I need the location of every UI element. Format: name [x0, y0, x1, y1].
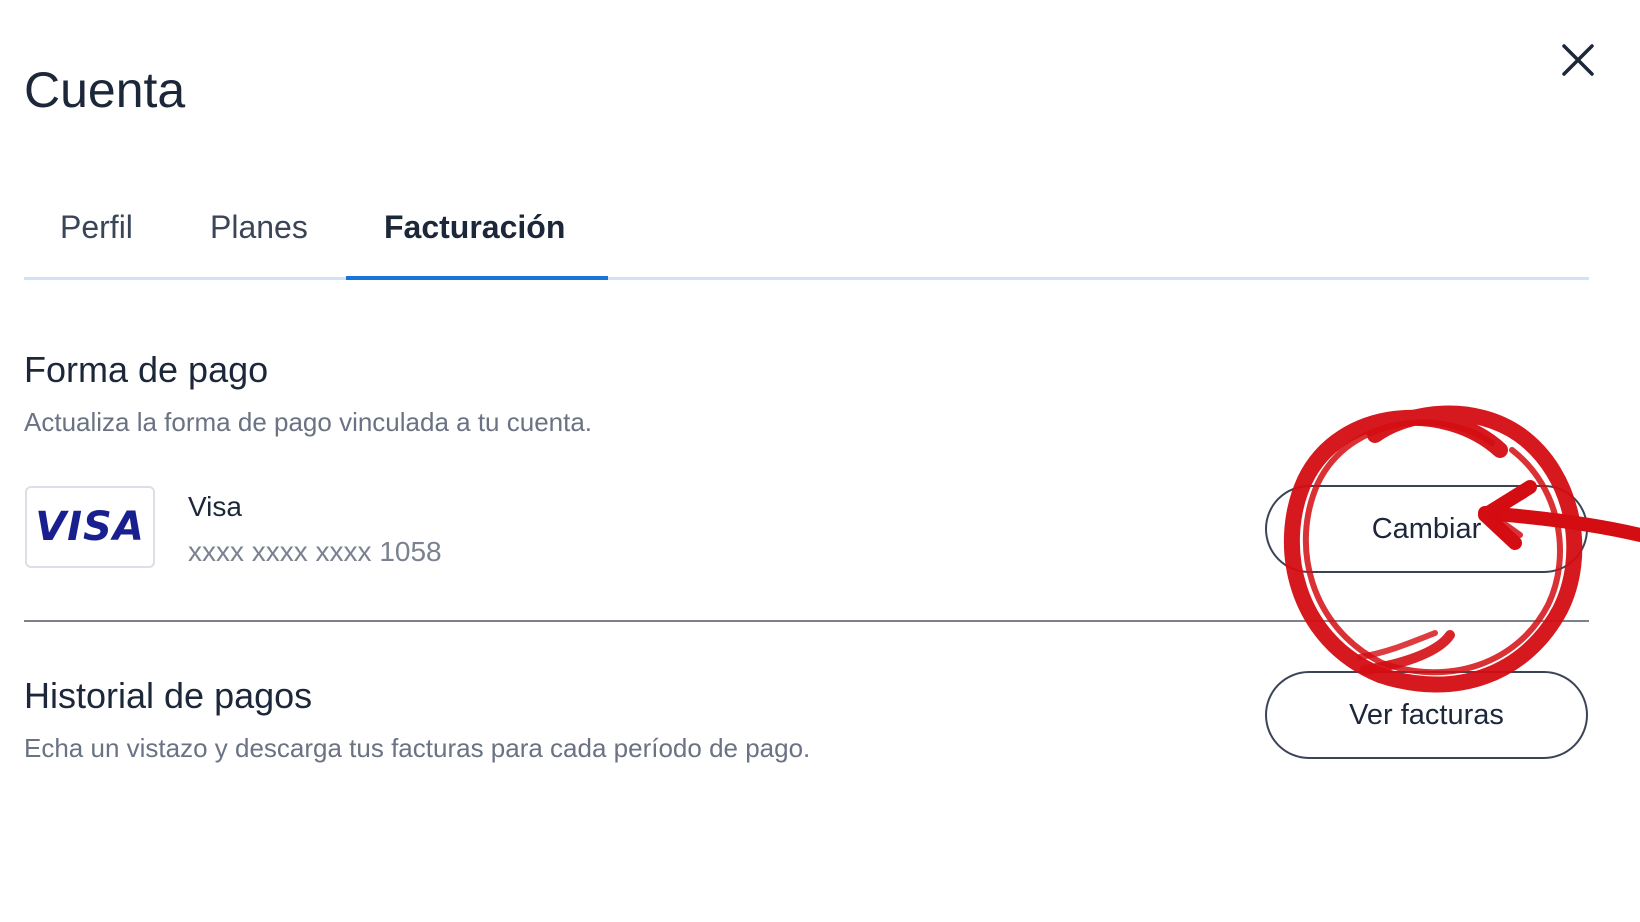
close-button[interactable]: [1548, 30, 1608, 90]
payment-history-title: Historial de pagos: [24, 675, 313, 716]
visa-logo-text: VISA: [35, 504, 145, 550]
page-title: Cuenta: [24, 62, 186, 118]
change-payment-button[interactable]: Cambiar: [1265, 485, 1588, 573]
close-icon: [1562, 44, 1594, 76]
tab-planes[interactable]: Planes: [210, 192, 308, 280]
section-divider: [24, 620, 1589, 622]
visa-logo: VISA: [25, 486, 155, 568]
payment-history-description: Echa un vistazo y descarga tus facturas …: [24, 733, 811, 763]
payment-method-description: Actualiza la forma de pago vinculada a t…: [24, 407, 593, 437]
tab-facturacion[interactable]: Facturación: [384, 192, 565, 280]
view-invoices-button[interactable]: Ver facturas: [1265, 671, 1588, 759]
tab-bar: Perfil Planes Facturación: [24, 192, 1589, 280]
payment-method-title: Forma de pago: [24, 349, 269, 390]
account-dialog: Cuenta Perfil Planes Facturación Forma d…: [0, 0, 1640, 922]
active-tab-indicator: [346, 276, 608, 280]
card-number: xxxx xxxx xxxx 1058: [188, 536, 442, 567]
card-brand: Visa: [188, 491, 242, 522]
tab-perfil[interactable]: Perfil: [60, 192, 133, 280]
